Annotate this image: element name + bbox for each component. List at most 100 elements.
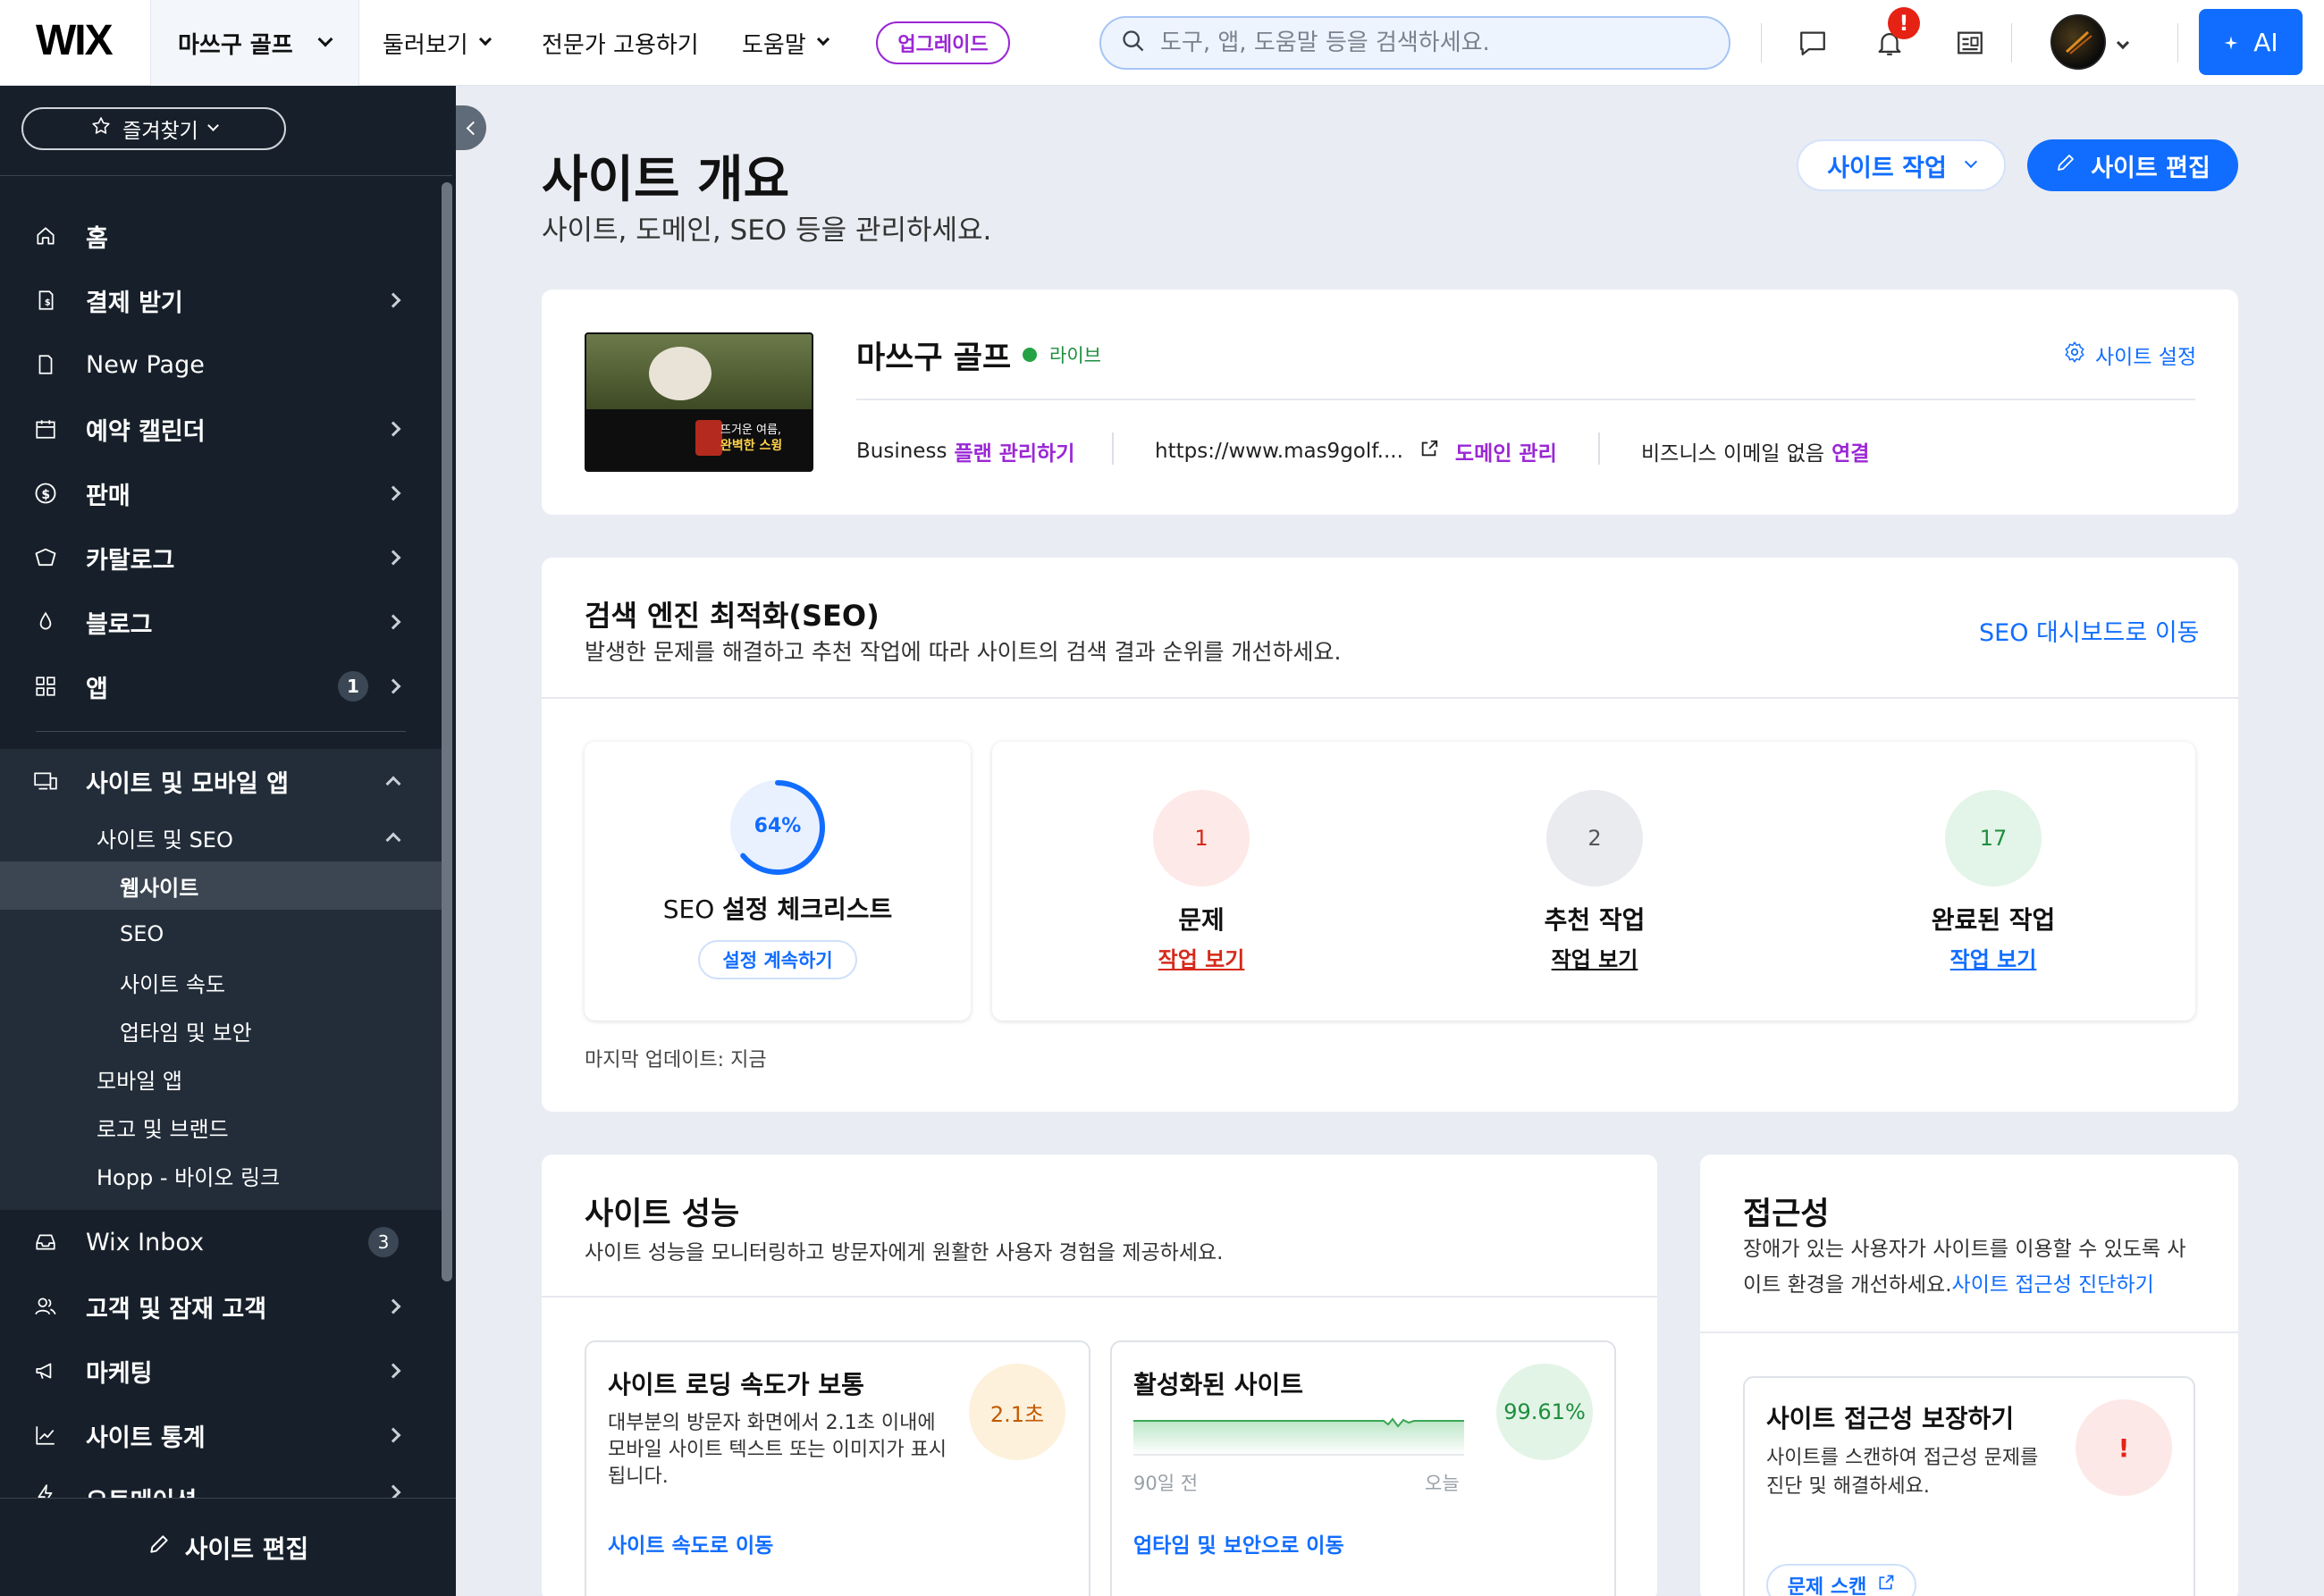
sidebar-item-label: 사이트 통계: [86, 1424, 206, 1452]
site-settings-link[interactable]: 사이트 설정: [2063, 340, 2196, 370]
ai-button[interactable]: AI: [2199, 9, 2303, 75]
site-thumbnail[interactable]: 뜨거운 여름, 완벽한 스윙: [585, 332, 813, 472]
sidebar-item-payments[interactable]: $ 결제 받기: [0, 270, 443, 331]
sidebar-item-inbox[interactable]: Wix Inbox 3: [0, 1212, 443, 1273]
seo-checklist-title: SEO 설정 체크리스트: [585, 890, 971, 926]
recommended-view-link[interactable]: 작업 보기: [1461, 942, 1729, 973]
nav-hire-expert[interactable]: 전문가 고용하기: [542, 0, 699, 86]
sidebar-item-apps[interactable]: 앱 1: [0, 656, 443, 717]
seo-description: 발생한 문제를 해결하고 추천 작업에 따라 사이트의 검색 결과 순위를 개선…: [585, 639, 1342, 665]
chevron-up-icon: [385, 776, 401, 792]
continue-setup-button[interactable]: 설정 계속하기: [698, 940, 857, 979]
recommended-count-value: 2: [1587, 826, 1602, 851]
sidebar-item-label: 예약 캘린더: [86, 417, 206, 446]
sidebar-subitem-website[interactable]: 웹사이트: [0, 861, 443, 910]
sidebar-subitem-label: 업타임 및 보안: [120, 1020, 252, 1046]
seo-dashboard-link[interactable]: SEO 대시보드로 이동: [1979, 613, 2200, 648]
sidebar-item-label: 결제 받기: [86, 289, 183, 317]
sidebar-item-sales[interactable]: $ 판매: [0, 463, 443, 524]
sidebar-item-label: 블로그: [86, 610, 153, 639]
performance-description: 사이트 성능을 모니터링하고 방문자에게 원활한 사용자 경험을 제공하세요.: [585, 1241, 1224, 1264]
sidebar-item-customers[interactable]: 고객 및 잠재 고객: [0, 1276, 443, 1337]
last-update: 마지막 업데이트: 지금: [585, 1049, 767, 1071]
nav-help[interactable]: 도움말: [742, 0, 829, 86]
upgrade-button[interactable]: 업그레이드: [876, 21, 1010, 64]
inbox-icon: [32, 1229, 59, 1256]
seo-progress-value: 64%: [754, 815, 802, 837]
nav-help-label: 도움말: [742, 31, 806, 59]
sidebar-item-automation[interactable]: 오토메이션: [0, 1469, 443, 1498]
people-icon: [32, 1293, 59, 1320]
sidebar-item-label: 오토메이션: [86, 1482, 197, 1498]
edit-site-label: 사이트 편집: [2091, 154, 2210, 182]
sidebar-scrollbar[interactable]: [442, 182, 452, 1281]
performance-title: 사이트 성능: [585, 1197, 740, 1232]
devices-icon: [32, 768, 59, 794]
sidebar-edit-site-button[interactable]: 사이트 편집: [0, 1498, 456, 1596]
chevron-right-icon: [385, 1363, 401, 1379]
sidebar-subitem-label: 웹사이트: [120, 875, 199, 901]
sidebar-item-blog[interactable]: 블로그: [0, 592, 443, 652]
accessibility-diagnose-link[interactable]: 사이트 접근성 진단하기: [1952, 1273, 2154, 1297]
sidebar-item-marketing[interactable]: 마케팅: [0, 1340, 443, 1401]
site-speed-value: 2.1초: [969, 1364, 1065, 1460]
issues-count: 1: [1153, 790, 1250, 886]
avatar[interactable]: [2050, 14, 2106, 70]
chart-icon: [32, 1422, 59, 1449]
chevron-right-icon: [385, 292, 401, 308]
sidebar-item-catalog[interactable]: 카탈로그: [0, 527, 443, 588]
sidebar-item-label: 홈: [86, 224, 108, 253]
page-subtitle: 사이트, 도메인, SEO 등을 관리하세요.: [542, 214, 992, 247]
completed-count-value: 17: [1979, 826, 2008, 851]
chat-icon[interactable]: [1791, 21, 1834, 64]
sidebar-subitem-hopp[interactable]: Hopp - 바이오 링크: [0, 1151, 443, 1199]
sidebar-item-site-mobile-app[interactable]: 사이트 및 모바일 앱: [0, 749, 443, 813]
sidebar-item-home[interactable]: 홈: [0, 206, 443, 266]
connect-email-link[interactable]: 연결: [1831, 436, 1869, 466]
sidebar-subitem-logo-brand[interactable]: 로고 및 브랜드: [0, 1103, 443, 1151]
uptime-value: 99.61%: [1496, 1364, 1593, 1460]
sidebar-item-label: 카탈로그: [86, 546, 175, 575]
chevron-right-icon: [385, 614, 401, 630]
chevron-up-icon: [385, 832, 401, 848]
search-bar[interactable]: [1099, 16, 1730, 70]
dollar-icon: $: [32, 480, 59, 507]
site-speed-link[interactable]: 사이트 속도로 이동: [608, 1528, 773, 1558]
scan-issues-button[interactable]: 문제 스캔: [1766, 1564, 1916, 1596]
sidebar-edit-site-label: 사이트 편집: [184, 1533, 309, 1564]
pencil-icon: [2055, 152, 2076, 180]
pencil-icon: [147, 1533, 171, 1562]
site-speed-title: 사이트 로딩 속도가 보통: [608, 1370, 864, 1399]
live-status-label: 라이브: [1049, 345, 1101, 366]
external-link-icon[interactable]: [1419, 439, 1439, 464]
sidebar-subitem-seo[interactable]: SEO: [0, 910, 443, 958]
edit-site-button[interactable]: 사이트 편집: [2027, 139, 2238, 191]
completed-view-link[interactable]: 작업 보기: [1859, 942, 2127, 973]
sidebar-subitem-site-seo[interactable]: 사이트 및 SEO: [0, 813, 443, 861]
news-icon[interactable]: [1949, 21, 1991, 64]
uptime-link[interactable]: 업타임 및 보안으로 이동: [1133, 1528, 1344, 1558]
site-url[interactable]: https://www.mas9golf....: [1155, 440, 1403, 463]
nav-explore[interactable]: 둘러보기: [383, 0, 492, 86]
domain-info: https://www.mas9golf.... 도메인 관리: [1155, 436, 1557, 466]
favorites-button[interactable]: 즐겨찾기: [21, 107, 286, 150]
search-input[interactable]: [1160, 29, 1697, 56]
sidebar-item-booking-calendar[interactable]: 예약 캘린더: [0, 399, 443, 459]
sidebar-subitem-site-speed[interactable]: 사이트 속도: [0, 958, 443, 1006]
site-actions-button[interactable]: 사이트 작업: [1797, 139, 2006, 191]
issues-view-link[interactable]: 작업 보기: [1067, 942, 1335, 973]
sidebar-item-new-page[interactable]: New Page: [0, 334, 443, 395]
sidebar-subitem-uptime-security[interactable]: 업타임 및 보안: [0, 1006, 443, 1054]
sidebar-item-analytics[interactable]: 사이트 통계: [0, 1405, 443, 1466]
collapse-sidebar-button[interactable]: [456, 105, 486, 150]
completed-count: 17: [1945, 790, 2042, 886]
site-switcher[interactable]: 마쓰구 골프: [150, 0, 359, 86]
manage-domain-link[interactable]: 도메인 관리: [1455, 436, 1557, 466]
wix-logo[interactable]: WIX: [36, 16, 114, 65]
chevron-down-icon[interactable]: [2116, 34, 2130, 51]
sidebar-item-label: 고객 및 잠재 고객: [86, 1295, 267, 1323]
manage-plan-link[interactable]: 플랜 관리하기: [954, 436, 1074, 466]
sidebar-subitem-mobile-app[interactable]: 모바일 앱: [0, 1054, 443, 1103]
favorites-label: 즐겨찾기: [122, 120, 198, 143]
chevron-right-icon: [385, 1298, 401, 1315]
